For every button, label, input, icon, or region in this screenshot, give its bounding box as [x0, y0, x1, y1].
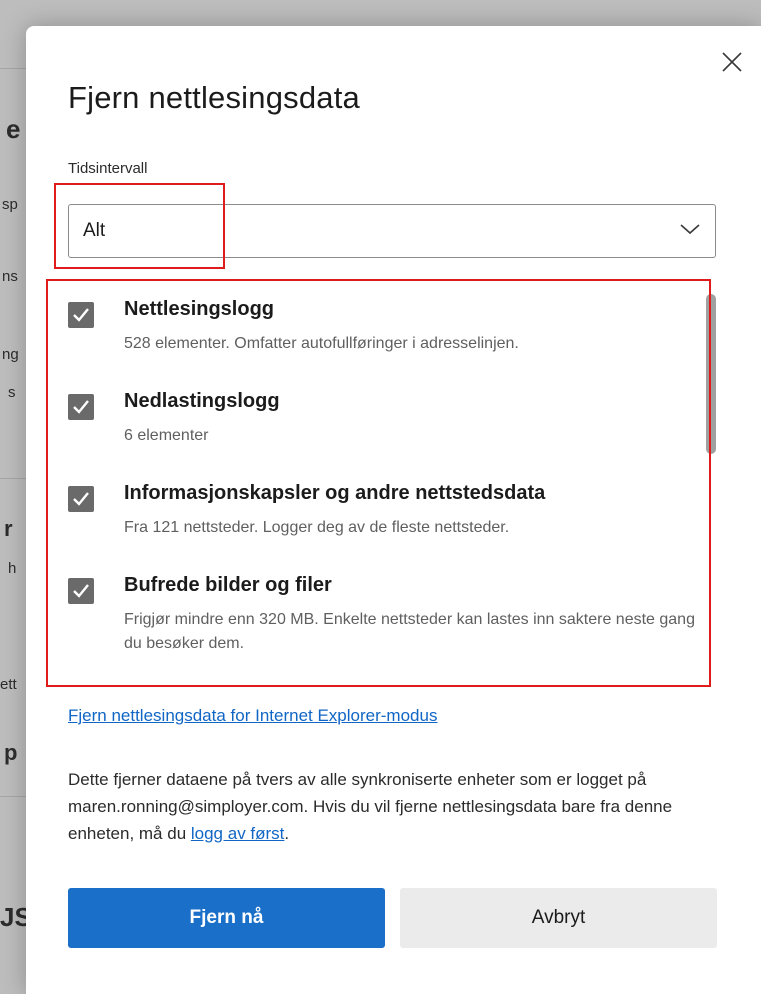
dialog-title: Fjern nettlesingsdata [68, 80, 360, 115]
background-text: ng [2, 346, 19, 363]
item-title: Bufrede bilder og filer [124, 574, 332, 596]
close-icon [722, 52, 742, 72]
sign-out-link[interactable]: logg av først [191, 824, 285, 843]
clear-now-button[interactable]: Fjern nå [68, 888, 385, 948]
close-button[interactable] [716, 46, 748, 78]
checkbox-browsing-history[interactable] [68, 302, 94, 328]
clear-browsing-data-dialog: Fjern nettlesingsdata Tidsintervall Alt … [26, 26, 761, 994]
background-divider [0, 796, 26, 797]
checkmark-icon [73, 492, 89, 506]
cancel-button[interactable]: Avbryt [400, 888, 717, 948]
time-range-select[interactable]: Alt [68, 204, 716, 258]
ie-mode-link[interactable]: Fjern nettlesingsdata for Internet Explo… [68, 706, 437, 726]
item-title: Nedlastingslogg [124, 390, 280, 412]
checkmark-icon [73, 308, 89, 322]
data-types-list[interactable]: Nettlesingslogg 528 elementer. Omfatter … [52, 288, 716, 692]
scrollbar-thumb[interactable] [706, 294, 716, 454]
checkbox-cookies[interactable] [68, 486, 94, 512]
checkmark-icon [73, 400, 89, 414]
background-divider [0, 478, 26, 479]
sync-notice-text: Dette fjerner dataene på tvers av alle s… [68, 770, 673, 843]
item-title: Nettlesingslogg [124, 298, 275, 320]
background-divider [0, 68, 26, 69]
item-title: Informasjonskapsler og andre nettstedsda… [124, 482, 546, 504]
item-description: Fra 121 nettsteder. Logger deg av de fle… [124, 519, 510, 536]
background-text: p [4, 740, 18, 765]
background-text: e [6, 114, 21, 144]
background-text: ns [2, 268, 18, 285]
item-description: 6 elementer [124, 427, 209, 444]
sync-notice: Dette fjerner dataene på tvers av alle s… [68, 766, 738, 847]
item-description: 528 elementer. Omfatter autofullføringer… [124, 335, 519, 352]
checkbox-cached-files[interactable] [68, 578, 94, 604]
time-range-value: Alt [83, 220, 106, 241]
background-text: s [8, 384, 16, 401]
scrollbar[interactable] [706, 292, 720, 684]
chevron-down-icon [680, 224, 700, 235]
sync-notice-end: . [284, 824, 290, 843]
checkmark-icon [73, 584, 89, 598]
background-text: r [4, 516, 13, 541]
background-text: ett [0, 676, 17, 693]
background-text: sp [2, 196, 18, 213]
item-description: Frigjør mindre enn 320 MB. Enkelte netts… [124, 611, 695, 652]
background-text: h [8, 560, 17, 577]
time-range-label: Tidsintervall [68, 160, 148, 177]
checkbox-download-history[interactable] [68, 394, 94, 420]
